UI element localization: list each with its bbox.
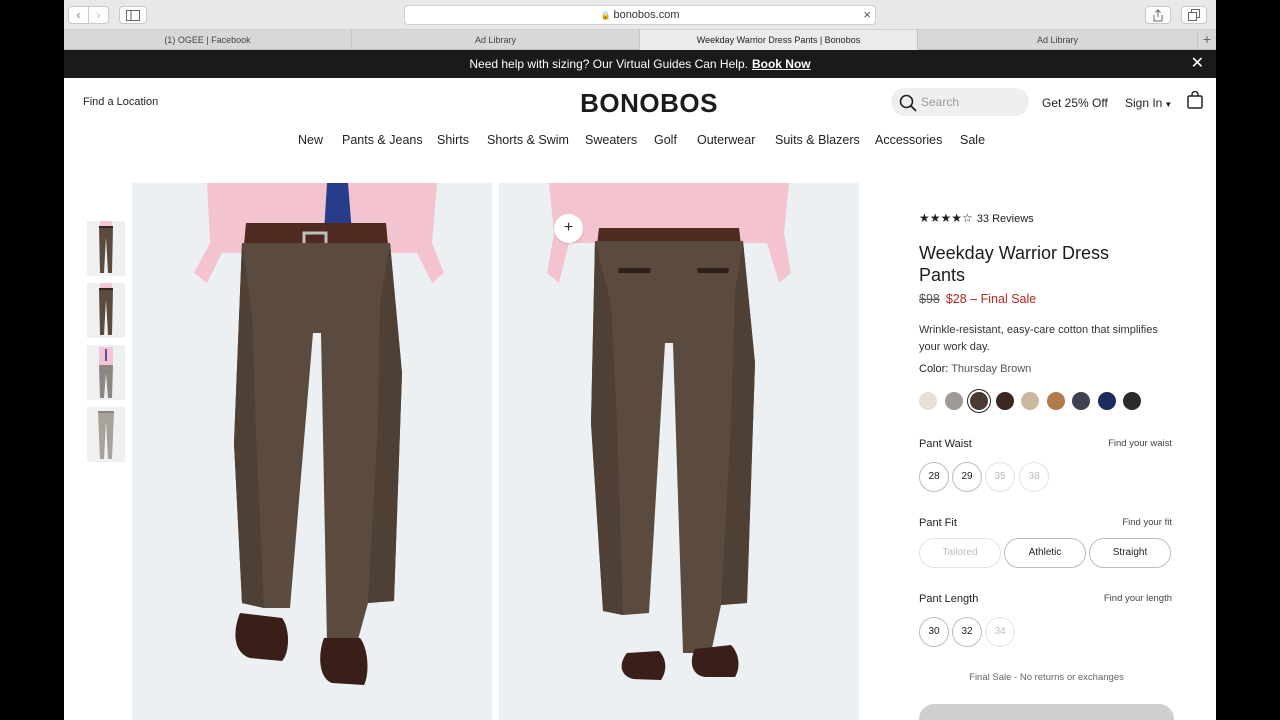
- color-label-text: Color:: [919, 363, 949, 375]
- browser-window: ‹ › 🔒 bonobos.com × (1) OGEE | Facebook A…: [64, 0, 1216, 720]
- color-swatch[interactable]: [1047, 392, 1065, 410]
- main-nav: New Pants & Jeans Shirts Shorts & Swim S…: [64, 133, 1216, 153]
- color-swatch[interactable]: [1098, 392, 1116, 410]
- browser-tab[interactable]: Ad Library: [352, 30, 640, 50]
- nav-item-sweaters[interactable]: Sweaters: [585, 133, 637, 147]
- forward-button[interactable]: ›: [88, 6, 109, 24]
- chevron-right-icon: ›: [96, 8, 101, 22]
- review-count: 33 Reviews: [976, 213, 1034, 225]
- search-placeholder: Search: [921, 95, 960, 109]
- waist-option[interactable]: 28: [919, 462, 949, 492]
- fit-option[interactable]: Tailored: [919, 538, 1001, 568]
- announcement-text: Need help with sizing? Our Virtual Guide…: [469, 57, 748, 71]
- sign-in-label: Sign In: [1125, 96, 1163, 110]
- nav-item-shorts-swim[interactable]: Shorts & Swim: [487, 133, 569, 147]
- find-length-link[interactable]: Find your length: [1104, 593, 1172, 604]
- waist-option[interactable]: 35: [985, 462, 1015, 492]
- browser-tab-active[interactable]: Weekday Warrior Dress Pants | Bonobos: [640, 30, 918, 50]
- fit-option[interactable]: Straight: [1089, 538, 1171, 568]
- show-tabs-button[interactable]: [1181, 6, 1207, 24]
- book-now-link[interactable]: Book Now: [752, 57, 811, 71]
- product-description: Wrinkle-resistant, easy-care cotton that…: [919, 324, 1158, 353]
- color-swatch[interactable]: [996, 392, 1014, 410]
- color-swatch[interactable]: [1021, 392, 1039, 410]
- final-sale-note: Final Sale - No returns or exchanges: [969, 672, 1124, 683]
- sidebar-icon: [126, 10, 140, 21]
- browser-tab[interactable]: (1) OGEE | Facebook: [64, 30, 352, 50]
- zoom-button[interactable]: +: [554, 214, 583, 243]
- price-separator: –: [966, 292, 981, 306]
- length-option[interactable]: 30: [919, 617, 949, 647]
- sign-in-menu[interactable]: Sign In ▼: [1125, 96, 1172, 110]
- new-tab-button[interactable]: +: [1198, 30, 1216, 50]
- original-price: $98: [919, 292, 940, 306]
- browser-toolbar: ‹ › 🔒 bonobos.com ×: [64, 0, 1216, 30]
- product-image-front[interactable]: [132, 183, 492, 720]
- fit-option[interactable]: Athletic: [1004, 538, 1086, 568]
- lock-icon: 🔒: [600, 11, 611, 20]
- add-to-cart-button[interactable]: [919, 704, 1174, 720]
- nav-item-outerwear[interactable]: Outerwear: [697, 133, 755, 147]
- search-icon: [899, 94, 917, 112]
- promo-link[interactable]: Get 25% Off: [1042, 96, 1108, 110]
- color-swatch[interactable]: [919, 392, 937, 410]
- length-option[interactable]: 32: [952, 617, 982, 647]
- browser-tab[interactable]: Ad Library: [918, 30, 1198, 50]
- address-url: bonobos.com: [613, 9, 680, 21]
- address-bar[interactable]: 🔒 bonobos.com ×: [404, 5, 876, 25]
- color-label: Color: Thursday Brown: [919, 363, 1031, 375]
- share-icon: [1153, 9, 1163, 22]
- color-swatch[interactable]: [970, 392, 988, 410]
- caret-down-icon: ▼: [1164, 100, 1173, 109]
- color-swatch[interactable]: [1123, 392, 1141, 410]
- share-button[interactable]: [1145, 6, 1171, 24]
- sale-price: $28: [945, 292, 967, 306]
- close-icon[interactable]: ✕: [1191, 50, 1204, 78]
- color-swatch[interactable]: [1072, 392, 1090, 410]
- chevron-left-icon: ‹: [76, 8, 81, 22]
- nav-item-golf[interactable]: Golf: [654, 133, 677, 147]
- plus-icon: +: [563, 219, 574, 236]
- nav-item-shirts[interactable]: Shirts: [437, 133, 469, 147]
- find-fit-link[interactable]: Find your fit: [1122, 517, 1172, 528]
- nav-item-suits-blazers[interactable]: Suits & Blazers: [775, 133, 860, 147]
- nav-item-new[interactable]: New: [298, 133, 323, 147]
- search-input[interactable]: Search: [891, 88, 1029, 116]
- waist-option[interactable]: 38: [1019, 462, 1049, 492]
- announcement-bar: Need help with sizing? Our Virtual Guide…: [64, 50, 1216, 78]
- waist-label: Pant Waist: [919, 438, 972, 450]
- plus-icon: +: [1202, 31, 1212, 47]
- product-image-back[interactable]: [499, 183, 859, 720]
- back-button[interactable]: ‹: [68, 6, 89, 24]
- color-swatch[interactable]: [945, 392, 963, 410]
- product-title: Weekday Warrior Dress Pants: [919, 243, 1110, 285]
- stop-loading-icon[interactable]: ×: [863, 6, 871, 24]
- product-rating[interactable]: ★★★★☆ 33 Reviews: [919, 211, 1034, 225]
- length-option[interactable]: 34: [985, 617, 1015, 647]
- nav-item-accessories[interactable]: Accessories: [875, 133, 942, 147]
- nav-item-sale[interactable]: Sale: [960, 133, 985, 147]
- find-waist-link[interactable]: Find your waist: [1108, 438, 1172, 449]
- sidebar-toggle-button[interactable]: [119, 6, 147, 24]
- star-rating-icon: ★★★★☆: [919, 211, 973, 225]
- final-sale-label: Final Sale: [980, 292, 1037, 306]
- product-thumbnail[interactable]: [87, 407, 125, 462]
- length-label: Pant Length: [919, 593, 979, 605]
- product-thumbnail[interactable]: [87, 221, 125, 276]
- color-value: Thursday Brown: [951, 363, 1032, 375]
- product-thumbnail[interactable]: [87, 283, 125, 338]
- waist-option[interactable]: 29: [952, 462, 982, 492]
- nav-item-pants-jeans[interactable]: Pants & Jeans: [342, 133, 423, 147]
- product-price: $98 $28 – Final Sale: [919, 292, 1036, 306]
- product-thumbnail[interactable]: [87, 345, 125, 400]
- tab-bar: (1) OGEE | Facebook Ad Library Weekday W…: [64, 30, 1216, 50]
- tabs-overview-icon: [1188, 9, 1200, 21]
- shopping-bag-icon[interactable]: [1187, 91, 1203, 109]
- fit-label: Pant Fit: [919, 517, 957, 529]
